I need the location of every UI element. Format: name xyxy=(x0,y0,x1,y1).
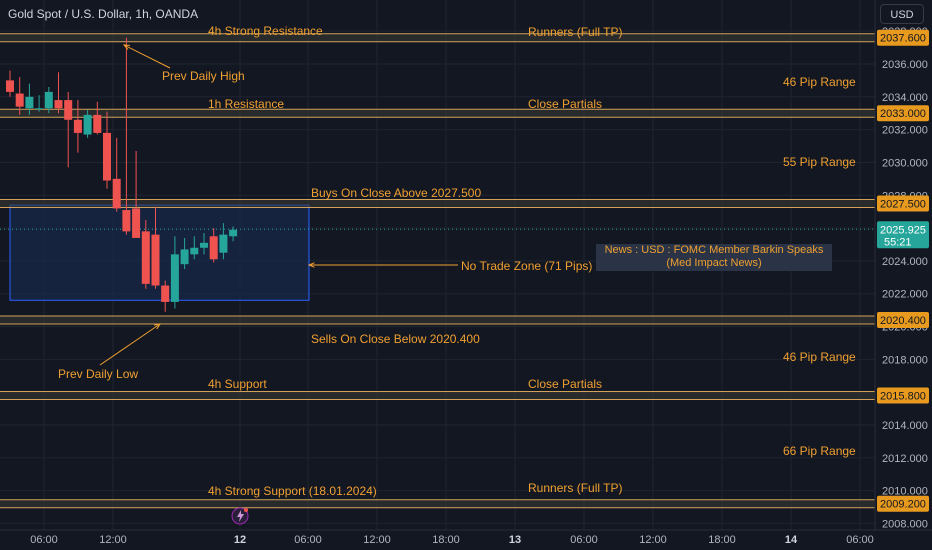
candle-body xyxy=(44,91,53,109)
candle-body xyxy=(6,80,14,92)
level-price-label: 2037.600 xyxy=(880,33,926,45)
annotation-no_trade_zone: No Trade Zone (71 Pips) xyxy=(461,259,592,273)
y-tick-label: 2008.000 xyxy=(882,518,928,530)
x-tick-label: 18:00 xyxy=(708,534,736,546)
annotation-runners_top: Runners (Full TP) xyxy=(528,25,622,39)
level-band xyxy=(0,199,875,208)
level-price-label: 2009.200 xyxy=(880,499,926,511)
annotation-resistance_1h: 1h Resistance xyxy=(208,97,284,111)
candle-body xyxy=(200,242,208,248)
news-callout: News : USD : FOMC Member Barkin Speaks (… xyxy=(596,244,832,271)
annotation-strong_resistance: 4h Strong Resistance xyxy=(208,24,323,38)
candle-body xyxy=(25,96,34,109)
candle-body xyxy=(151,234,160,286)
level-price-label: 2027.500 xyxy=(880,198,926,210)
x-tick-label: 14 xyxy=(785,534,798,546)
candle-body xyxy=(83,114,92,135)
annotation-close_partials_top: Close Partials xyxy=(528,97,602,111)
x-tick-label: 12:00 xyxy=(639,534,667,546)
time-axis[interactable]: 06:00 12:00 12 06:00 12:00 18:00 13 06:00 12:00 1… xyxy=(0,529,932,550)
y-tick-label: 2024.000 xyxy=(882,256,928,268)
y-tick-label: 2014.000 xyxy=(882,420,928,432)
last-price-countdown: 55:21 xyxy=(884,236,912,248)
candle-body xyxy=(190,247,199,255)
news-line-2: (Med Impact News) xyxy=(666,257,762,269)
candle-body xyxy=(15,93,24,107)
annotation-prev_daily_low: Prev Daily Low xyxy=(58,367,138,381)
annotation-support_4h: 4h Support xyxy=(208,377,267,391)
annotation-close_partials_bottom: Close Partials xyxy=(528,377,602,391)
x-tick-label: 12 xyxy=(234,534,246,546)
level-band xyxy=(0,33,875,42)
candle-body xyxy=(209,236,218,260)
y-tick-label: 2034.000 xyxy=(882,92,928,104)
y-tick-label: 2022.000 xyxy=(882,289,928,301)
x-tick-label: 06:00 xyxy=(30,534,58,546)
annotation-range_46_top: 46 Pip Range xyxy=(783,75,856,89)
lightning-icon-dot xyxy=(244,508,248,512)
y-tick-label: 2036.000 xyxy=(882,59,928,71)
level-price-label: 2015.800 xyxy=(880,390,926,402)
candle-body xyxy=(122,210,131,232)
annotation-buys_above: Buys On Close Above 2027.500 xyxy=(311,186,481,200)
level-band xyxy=(0,315,875,324)
annotation-range_66: 66 Pip Range xyxy=(783,444,856,458)
x-tick-label: 06:00 xyxy=(570,534,598,546)
lightning-icon xyxy=(231,507,249,525)
x-tick-label: 12:00 xyxy=(363,534,391,546)
x-tick-label: 12:00 xyxy=(99,534,127,546)
candle-body xyxy=(219,234,228,253)
y-tick-label: 2012.000 xyxy=(882,453,928,465)
x-tick-label: 18:00 xyxy=(432,534,460,546)
level-band xyxy=(0,499,875,508)
y-tick-label: 2030.000 xyxy=(882,157,928,169)
candle-body xyxy=(54,100,63,109)
candle-body xyxy=(103,132,111,181)
price-chart[interactable]: 4h Strong Resistance Runners (Full TP) Pre… xyxy=(0,0,932,550)
level-price-label: 2020.400 xyxy=(880,315,926,327)
candle-body xyxy=(229,229,238,237)
annotation-range_46_bottom: 46 Pip Range xyxy=(783,350,856,364)
x-tick-label: 06:00 xyxy=(846,534,874,546)
annotation-prev_daily_high: Prev Daily High xyxy=(162,69,245,83)
last-price-label: 2025.925 xyxy=(880,224,926,236)
x-tick-label: 06:00 xyxy=(294,534,322,546)
candle-body xyxy=(132,208,141,238)
candle-body xyxy=(170,254,179,302)
annotation-strong_support: 4h Strong Support (18.01.2024) xyxy=(208,484,377,498)
candle-body xyxy=(141,231,150,284)
y-tick-label: 2032.000 xyxy=(882,125,928,137)
currency-button[interactable]: USD xyxy=(880,4,924,24)
symbol-title[interactable]: Gold Spot / U.S. Dollar, 1h, OANDA xyxy=(8,7,198,21)
candle-body xyxy=(161,285,170,302)
level-band xyxy=(0,109,875,118)
price-axis[interactable]: 2038.0002036.0002034.0002032.0002030.000… xyxy=(874,0,932,530)
level-price-label: 2033.000 xyxy=(880,108,926,120)
candle-body xyxy=(93,114,102,133)
level-band xyxy=(0,391,875,400)
candle-body xyxy=(112,178,121,209)
news-line-1: News : USD : FOMC Member Barkin Speaks xyxy=(604,244,824,256)
x-tick-label: 13 xyxy=(509,534,521,546)
annotation-sells_below: Sells On Close Below 2020.400 xyxy=(311,332,480,346)
candle-body xyxy=(180,249,189,265)
candle-body xyxy=(73,119,82,133)
candle-body xyxy=(64,100,73,120)
y-tick-label: 2018.000 xyxy=(882,354,928,366)
candle-body xyxy=(35,108,44,110)
annotation-runners_bottom: Runners (Full TP) xyxy=(528,481,622,495)
annotation-range_55: 55 Pip Range xyxy=(783,155,856,169)
